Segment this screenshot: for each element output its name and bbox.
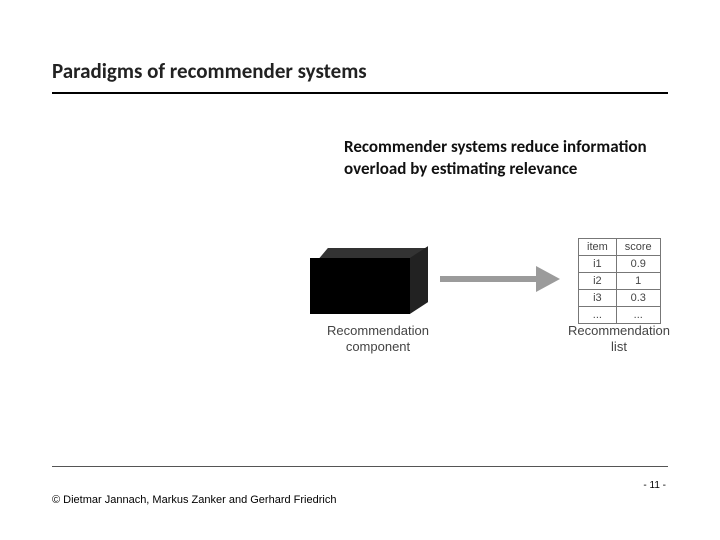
caption-line: Recommendation [568, 323, 670, 338]
table-row: ... ... [579, 307, 661, 324]
cell-item: i1 [579, 256, 617, 273]
body-text: Recommender systems reduce information o… [344, 136, 654, 180]
cell-item: ... [579, 307, 617, 324]
header-score: score [616, 239, 660, 256]
caption-line: component [346, 339, 410, 354]
copyright-text: © Dietmar Jannach, Markus Zanker and Ger… [52, 494, 336, 506]
header-item: item [579, 239, 617, 256]
slide: Paradigms of recommender systems Recomme… [0, 0, 720, 540]
footer-rule [52, 466, 668, 467]
table-row: i1 0.9 [579, 256, 661, 273]
table-row: i3 0.3 [579, 290, 661, 307]
cell-item: i3 [579, 290, 617, 307]
caption-recommendation-component: Recommendation component [298, 323, 458, 356]
diagram: item score i1 0.9 i2 1 i3 0.3 ... ... Re… [300, 238, 668, 418]
page-number: - 11 - [643, 480, 666, 491]
caption-line: list [611, 339, 627, 354]
caption-line: Recommendation [327, 323, 429, 338]
cell-score: ... [616, 307, 660, 324]
title-underline [52, 92, 668, 94]
recommendation-list-table: item score i1 0.9 i2 1 i3 0.3 ... ... [578, 238, 661, 324]
cell-score: 0.9 [616, 256, 660, 273]
cell-item: i2 [579, 273, 617, 290]
recommendation-component-box-icon [310, 248, 410, 314]
table-header-row: item score [579, 239, 661, 256]
slide-title: Paradigms of recommender systems [52, 58, 367, 84]
caption-recommendation-list: Recommendation list [564, 323, 674, 356]
cell-score: 0.3 [616, 290, 660, 307]
table-row: i2 1 [579, 273, 661, 290]
cell-score: 1 [616, 273, 660, 290]
arrow-icon [440, 266, 560, 296]
